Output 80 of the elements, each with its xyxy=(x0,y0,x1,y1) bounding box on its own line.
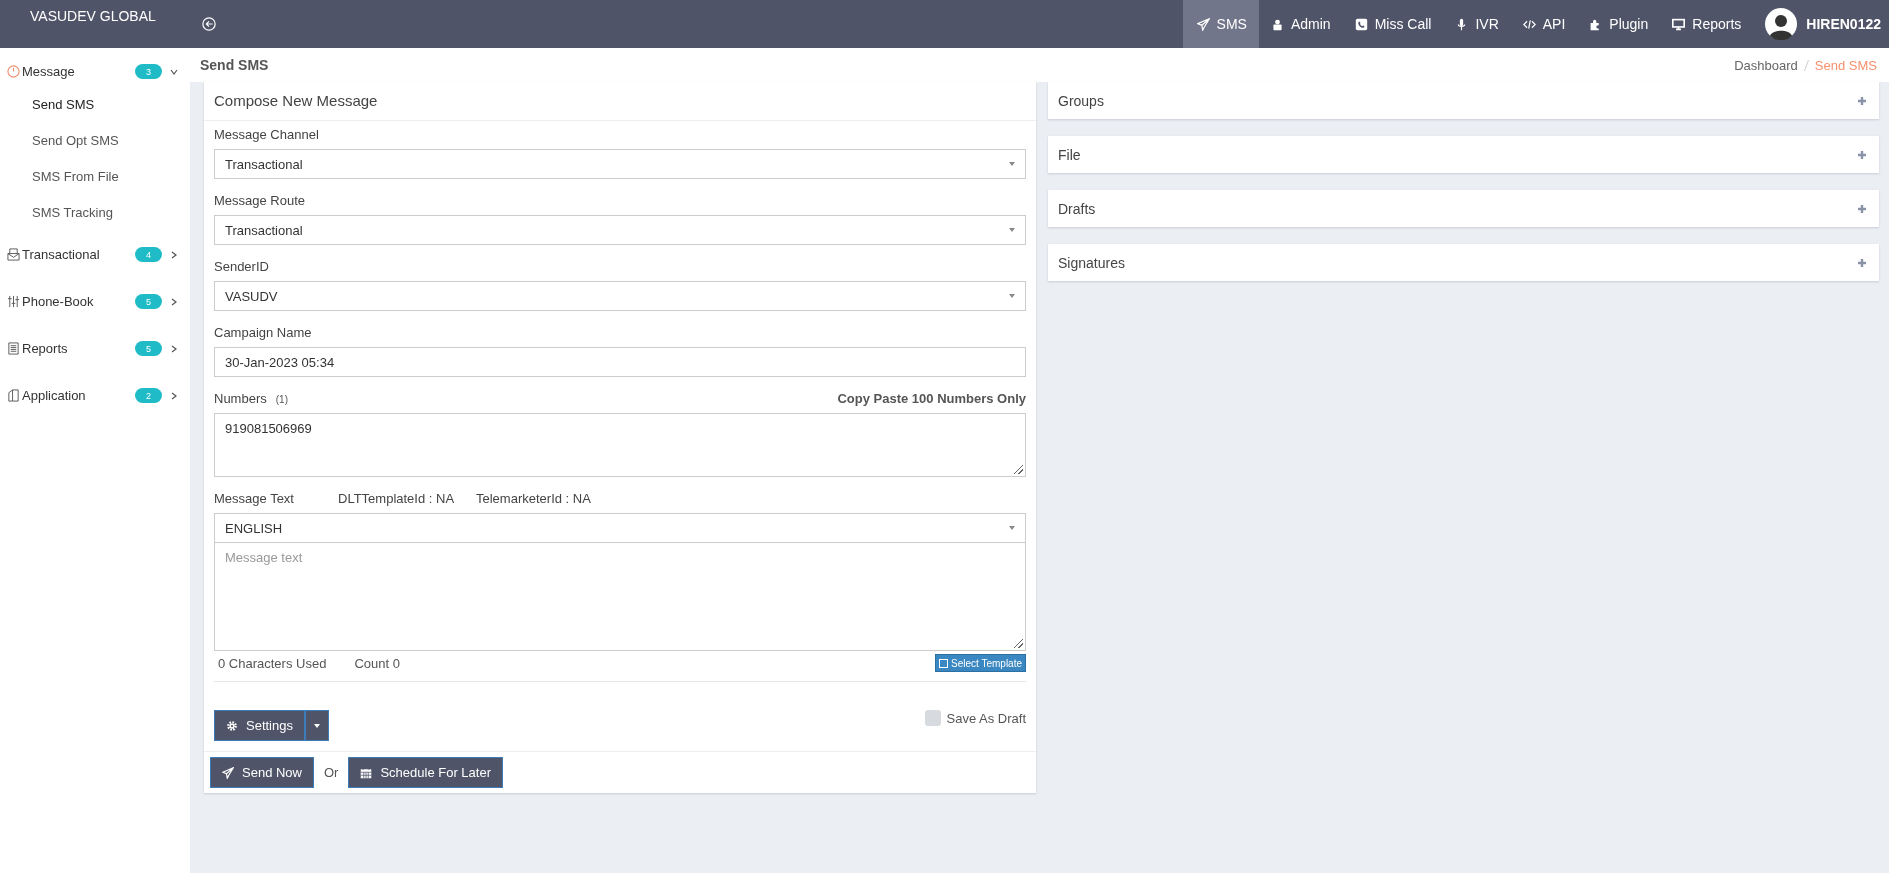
hint-text: Copy Paste 100 Numbers Only xyxy=(837,391,1026,406)
dropdown-toggle[interactable] xyxy=(305,710,329,741)
count-badge: 5 xyxy=(135,294,162,309)
username[interactable]: HIREN0122 xyxy=(1806,16,1881,32)
top-nav-item[interactable]: IVR xyxy=(1443,0,1511,48)
plus-icon xyxy=(1857,257,1867,268)
count-badge: 3 xyxy=(135,64,162,79)
collapsible-panel[interactable]: Signatures xyxy=(1048,244,1879,281)
chevron-icon xyxy=(170,67,178,76)
select-field[interactable]: Transactional xyxy=(214,215,1026,245)
clock-icon xyxy=(7,65,20,78)
settings-button[interactable]: Settings xyxy=(214,710,305,741)
top-nav-item[interactable]: Miss Call xyxy=(1342,0,1444,48)
checkbox-label: Save As Draft xyxy=(946,710,1026,726)
sidebar-item[interactable]: Phone-Book 5 xyxy=(0,278,190,325)
code-icon xyxy=(1522,17,1536,31)
field-label: Message Text xyxy=(214,491,295,506)
card-title: Compose New Message xyxy=(204,82,1036,121)
calendar-icon xyxy=(360,766,373,779)
plus-icon xyxy=(1857,149,1867,160)
paper-plane-icon xyxy=(222,766,234,779)
collapsible-panel[interactable]: File xyxy=(1048,136,1879,173)
count-badge: 4 xyxy=(135,247,162,262)
plus-icon xyxy=(1857,95,1867,106)
collapsible-panel[interactable]: Drafts xyxy=(1048,190,1879,227)
count-badge: 5 xyxy=(135,341,162,356)
submenu-item[interactable]: SMS Tracking xyxy=(0,195,190,231)
top-nav-item[interactable]: SMS xyxy=(1182,0,1259,48)
gear-icon xyxy=(226,719,238,732)
telemarketer-id-text: TelemarketerId : NA xyxy=(476,491,591,506)
monitor-icon xyxy=(1672,17,1686,31)
sidebar-item[interactable]: Application 2 xyxy=(0,372,190,419)
book-icon xyxy=(7,389,20,402)
or-text: Or xyxy=(324,765,339,780)
submenu-item[interactable]: SMS From File xyxy=(0,159,190,195)
breadcrumb-link[interactable]: Dashboard xyxy=(1734,57,1798,73)
numbers-textarea[interactable]: 919081506969 xyxy=(214,413,1026,477)
select-field[interactable]: VASUDV xyxy=(214,281,1026,311)
count-badge: 2 xyxy=(135,388,162,403)
language-select[interactable]: ENGLISH xyxy=(214,513,1026,543)
count-text: Count 0 xyxy=(354,655,400,671)
characters-used-text: 0 Characters Used xyxy=(218,655,327,671)
paper-plane-icon xyxy=(1196,17,1210,31)
send-now-button[interactable]: Send Now xyxy=(210,757,314,788)
schedule-button[interactable]: Schedule For Later xyxy=(348,757,503,788)
top-nav-item[interactable]: Admin xyxy=(1258,0,1343,48)
select-field[interactable]: Transactional xyxy=(214,149,1026,179)
page-title: Send SMS xyxy=(200,57,269,73)
envelope-icon xyxy=(7,248,20,261)
field-label: SenderID xyxy=(214,259,270,274)
plus-icon xyxy=(1857,203,1867,214)
top-nav-item[interactable]: Reports xyxy=(1660,0,1754,48)
submenu-item[interactable]: Send SMS xyxy=(0,87,190,123)
chevron-icon xyxy=(170,297,178,306)
field-label: Message Route xyxy=(214,193,307,208)
field-label: Campaign Name xyxy=(214,325,313,340)
field-label: Numbers xyxy=(214,391,267,406)
sidebar-item[interactable]: Message 3 xyxy=(0,58,190,85)
number-count: (1) xyxy=(275,394,288,405)
save-draft-checkbox[interactable] xyxy=(924,710,941,726)
phone-icon xyxy=(1354,17,1368,31)
chevron-icon xyxy=(170,391,178,400)
brand-name: VASUDEV GLOBAL xyxy=(29,7,157,26)
field-label: Message Channel xyxy=(214,127,320,142)
chevron-icon xyxy=(170,344,178,353)
sliders-icon xyxy=(7,295,20,308)
user-lock-icon xyxy=(1270,17,1284,31)
top-nav-item[interactable]: API xyxy=(1510,0,1578,48)
template-id-text: DLTTemplateId : NA xyxy=(338,491,456,506)
collapsible-panel[interactable]: Groups xyxy=(1048,82,1879,119)
sidebar-item[interactable]: Reports 5 xyxy=(0,325,190,372)
input-field[interactable]: 30-Jan-2023 05:34 xyxy=(214,347,1026,377)
chevron-icon xyxy=(170,250,178,259)
select-template-button[interactable]: Select Template xyxy=(935,654,1026,672)
document-icon xyxy=(7,342,20,355)
submenu-item[interactable]: Send Opt SMS xyxy=(0,123,190,159)
avatar-icon[interactable] xyxy=(1765,8,1798,40)
top-nav-item[interactable]: Plugin xyxy=(1577,0,1661,48)
sidebar-item[interactable]: Transactional 4 xyxy=(0,231,190,278)
back-arrow-icon[interactable] xyxy=(202,17,216,31)
